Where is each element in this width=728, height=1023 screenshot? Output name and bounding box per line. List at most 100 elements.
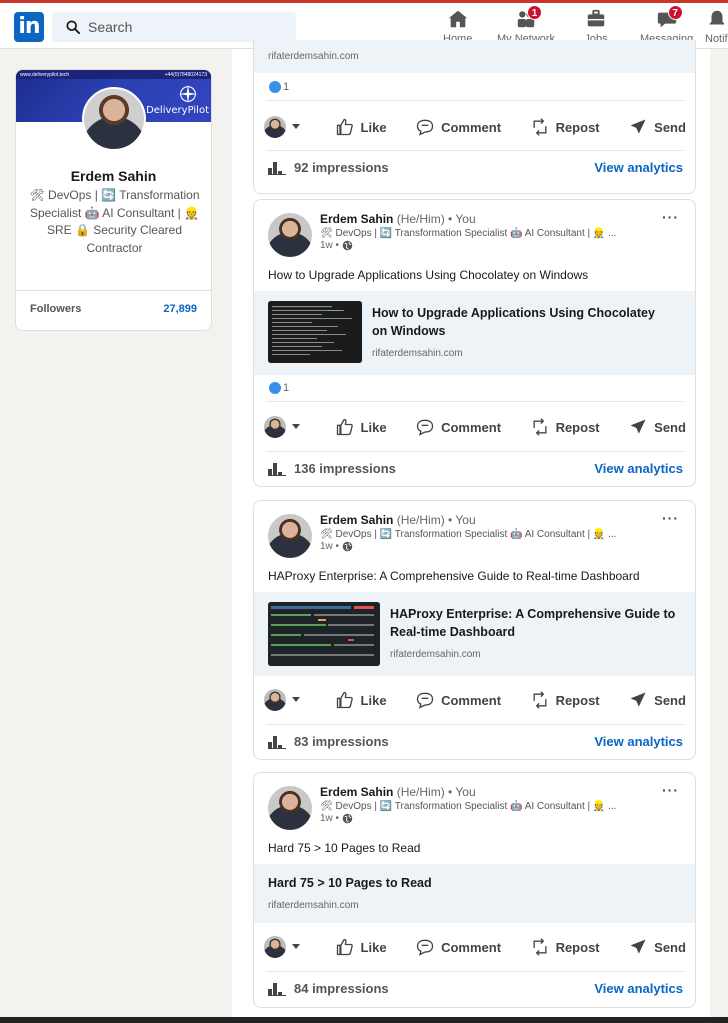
social-actions: Like Comment Repost Send <box>264 680 686 720</box>
profile-avatar[interactable] <box>82 87 146 151</box>
divider <box>266 401 684 402</box>
send-button[interactable]: Send <box>628 937 686 957</box>
profile-name[interactable]: Erdem Sahin <box>16 168 211 184</box>
send-icon <box>630 119 646 134</box>
briefcase-icon <box>587 9 605 27</box>
impressions[interactable]: 136 impressions <box>268 460 396 476</box>
repost-button[interactable]: Repost <box>530 117 600 137</box>
link-preview[interactable]: Hard 75 > 10 Pages to Read rifaterdemsah… <box>254 864 695 923</box>
send-button[interactable]: Send <box>628 417 686 437</box>
send-button[interactable]: Send <box>628 117 686 137</box>
view-analytics-link[interactable]: View analytics <box>594 734 683 749</box>
comment-icon <box>416 419 434 436</box>
comment-icon <box>416 119 434 136</box>
social-actions: Like Comment Repost Send <box>264 107 686 147</box>
post-time: 1w • <box>320 240 340 251</box>
comment-button[interactable]: Comment <box>415 937 501 957</box>
comment-button[interactable]: Comment <box>415 117 501 137</box>
author-name[interactable]: Erdem Sahin <box>320 785 393 799</box>
like-button[interactable]: Like <box>335 690 387 710</box>
repost-icon <box>533 691 547 709</box>
view-analytics-link[interactable]: View analytics <box>594 160 683 175</box>
send-icon <box>630 692 646 707</box>
followers-count[interactable]: 27,899 <box>163 303 197 315</box>
post-menu-button[interactable]: ··· <box>662 782 679 798</box>
link-preview[interactable]: How to Upgrade Applications Using Chocol… <box>254 291 695 375</box>
post-author: Erdem Sahin (He/Him) • You 🛠 DevOps | 🔄 … <box>268 513 616 558</box>
comment-icon <box>416 692 434 709</box>
comment-button[interactable]: Comment <box>415 690 501 710</box>
nav-notifications[interactable]: Notif <box>705 7 728 47</box>
actor-avatar <box>264 936 286 958</box>
like-icon <box>336 418 353 436</box>
actor-avatar <box>264 416 286 438</box>
author-pronouns: (He/Him) <box>396 513 445 527</box>
globe-icon <box>342 240 353 251</box>
author-avatar[interactable] <box>268 786 312 830</box>
post-menu-button[interactable]: ··· <box>662 510 679 526</box>
author-relation: • You <box>448 785 476 799</box>
author-headline: 🛠 DevOps | 🔄 Transformation Specialist 🤖… <box>320 801 617 812</box>
home-icon <box>448 10 467 28</box>
link-domain: rifaterdemsahin.com <box>390 649 481 660</box>
like-button[interactable]: Like <box>335 117 387 137</box>
actor-switcher[interactable] <box>264 116 306 138</box>
author-headline: 🛠 DevOps | 🔄 Transformation Specialist 🤖… <box>320 228 617 239</box>
repost-button[interactable]: Repost <box>530 417 600 437</box>
bar-chart-icon <box>268 463 286 476</box>
author-relation: • You <box>448 212 476 226</box>
post-author: Erdem Sahin (He/Him) • You 🛠 DevOps | 🔄 … <box>268 212 616 257</box>
bell-icon <box>709 10 724 25</box>
actor-switcher[interactable] <box>264 689 306 711</box>
search-box[interactable] <box>52 12 296 42</box>
view-analytics-link[interactable]: View analytics <box>594 981 683 996</box>
like-button[interactable]: Like <box>335 417 387 437</box>
analytics-row: 83 impressions View analytics <box>268 733 683 749</box>
author-pronouns: (He/Him) <box>396 212 445 226</box>
like-button[interactable]: Like <box>335 937 387 957</box>
link-domain: rifaterdemsahin.com <box>372 348 463 359</box>
followers-label[interactable]: Followers <box>30 303 81 315</box>
link-preview[interactable]: rifaterdemsahin.com <box>254 40 695 73</box>
comment-button[interactable]: Comment <box>415 417 501 437</box>
feed-post-4: Erdem Sahin (He/Him) • You 🛠 DevOps | 🔄 … <box>253 772 696 1008</box>
banner-phone: +44(0)7848024173 <box>164 72 207 78</box>
post-menu-button[interactable]: ··· <box>662 209 679 225</box>
repost-button[interactable]: Repost <box>530 690 600 710</box>
reactions-count[interactable]: 1 <box>269 81 289 93</box>
author-pronouns: (He/Him) <box>396 785 445 799</box>
author-avatar[interactable] <box>268 213 312 257</box>
repost-icon <box>533 938 547 956</box>
author-name[interactable]: Erdem Sahin <box>320 212 393 226</box>
actor-switcher[interactable] <box>264 936 306 958</box>
compass-icon <box>178 84 198 104</box>
author-avatar[interactable] <box>268 514 312 558</box>
impressions[interactable]: 84 impressions <box>268 980 389 996</box>
author-name[interactable]: Erdem Sahin <box>320 513 393 527</box>
repost-button[interactable]: Repost <box>530 937 600 957</box>
link-title: HAProxy Enterprise: A Comprehensive Guid… <box>390 607 676 639</box>
social-actions: Like Comment Repost Send <box>264 927 686 967</box>
view-analytics-link[interactable]: View analytics <box>594 461 683 476</box>
actor-switcher[interactable] <box>264 416 306 438</box>
feed-post-1: rifaterdemsahin.com 1 Like Comment Repos… <box>253 40 696 194</box>
bar-chart-icon <box>268 162 286 175</box>
post-time: 1w • <box>320 813 340 824</box>
reactions-count[interactable]: 1 <box>269 382 289 394</box>
post-author: Erdem Sahin (He/Him) • You 🛠 DevOps | 🔄 … <box>268 785 616 830</box>
search-input[interactable] <box>88 19 278 35</box>
globe-icon <box>342 541 353 552</box>
repost-icon <box>533 118 547 136</box>
caret-down-icon <box>292 697 300 702</box>
bar-chart-icon <box>268 983 286 996</box>
link-preview[interactable]: HAProxy Enterprise: A Comprehensive Guid… <box>254 592 695 676</box>
linkedin-logo[interactable]: in <box>14 12 44 42</box>
article-thumbnail <box>268 602 380 666</box>
profile-card: www.deliverypilot.tech +44(0)7848024173 … <box>15 69 212 331</box>
post-text: Hard 75 > 10 Pages to Read <box>268 841 421 855</box>
divider <box>266 451 684 452</box>
send-button[interactable]: Send <box>628 690 686 710</box>
like-icon <box>336 118 353 136</box>
impressions[interactable]: 83 impressions <box>268 733 389 749</box>
impressions[interactable]: 92 impressions <box>268 159 389 175</box>
